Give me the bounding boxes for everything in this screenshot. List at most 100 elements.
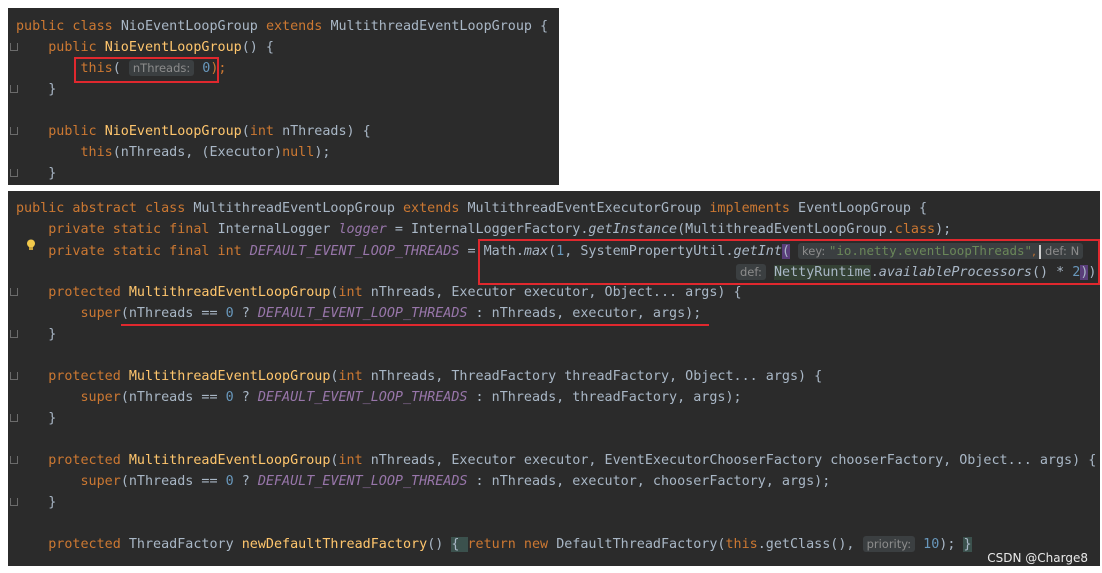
code-token: super xyxy=(80,390,121,405)
code-line: super(nThreads == 0 ? DEFAULT_EVENT_LOOP… xyxy=(16,303,702,324)
code-token: ? xyxy=(233,390,258,405)
watermark: CSDN @Charge8 xyxy=(987,551,1088,565)
code-token: DEFAULT_EVENT_LOOP_THREADS xyxy=(249,244,460,259)
highlight-underline xyxy=(121,324,709,326)
code-token: ); xyxy=(314,145,331,160)
code-line: protected ThreadFactory newDefaultThread… xyxy=(16,534,972,555)
code-token: public xyxy=(48,40,105,55)
fold-marker-icon[interactable] xyxy=(10,372,18,380)
fold-marker-icon[interactable] xyxy=(10,288,18,296)
code-token: (nThreads == xyxy=(120,474,226,489)
code-line: super(nThreads == 0 ? DEFAULT_EVENT_LOOP… xyxy=(16,387,742,408)
code-token: : nThreads, executor, args); xyxy=(467,306,702,321)
fold-marker-icon[interactable] xyxy=(10,414,18,422)
code-token: int xyxy=(338,285,371,300)
code-token: this xyxy=(80,145,113,160)
code-line: private static final InternalLogger logg… xyxy=(16,219,951,240)
code-token: = InternalLoggerFactory. xyxy=(386,222,589,237)
code-token: class xyxy=(894,222,936,237)
code-token: } xyxy=(48,411,57,426)
code-token: : nThreads, threadFactory, args); xyxy=(467,390,742,405)
code-token: .getClass(), xyxy=(757,537,863,552)
code-line: this(nThreads, (Executor)null); xyxy=(16,142,331,163)
code-token: EventLoopGroup { xyxy=(798,201,928,216)
code-token: } xyxy=(48,82,57,97)
code-token: } xyxy=(48,166,57,181)
code-token: 0 xyxy=(225,474,234,489)
code-token: int xyxy=(249,124,283,139)
code-token: super xyxy=(80,474,121,489)
code-line: protected MultithreadEventLoopGroup(int … xyxy=(16,282,741,303)
code-line: } xyxy=(16,324,56,345)
lightbulb-icon[interactable] xyxy=(26,239,36,251)
code-token: nThreads, ThreadFactory threadFactory, O… xyxy=(370,369,823,384)
code-token: super xyxy=(80,306,121,321)
code-line: } xyxy=(16,79,56,100)
code-token: (nThreads, (Executor) xyxy=(112,145,283,160)
code-token: () xyxy=(427,537,452,552)
code-token: DEFAULT_EVENT_LOOP_THREADS xyxy=(257,306,468,321)
highlight-box xyxy=(478,239,1100,285)
code-token: NioEventLoopGroup xyxy=(104,40,242,55)
code-token: ? xyxy=(233,474,258,489)
code-token: ); xyxy=(935,222,952,237)
code-token: } xyxy=(48,327,57,342)
code-line: public NioEventLoopGroup() { xyxy=(16,37,274,58)
code-token: getInstance xyxy=(588,222,678,237)
code-token: nThreads, Executor executor, EventExecut… xyxy=(370,453,1097,468)
code-line: super(nThreads == 0 ? DEFAULT_EVENT_LOOP… xyxy=(16,471,831,492)
code-line: public abstract class MultithreadEventLo… xyxy=(16,198,927,219)
fold-marker-icon[interactable] xyxy=(10,498,18,506)
fold-marker-icon[interactable] xyxy=(10,127,18,135)
param-hint: priority: xyxy=(862,536,916,552)
code-token: MultithreadEventLoopGroup { xyxy=(330,19,549,34)
code-line: protected MultithreadEventLoopGroup(int … xyxy=(16,366,822,387)
fold-marker-icon[interactable] xyxy=(10,330,18,338)
code-token: int xyxy=(338,369,371,384)
code-token: DEFAULT_EVENT_LOOP_THREADS xyxy=(257,390,468,405)
code-editor-panel-multithread[interactable]: public abstract class MultithreadEventLo… xyxy=(8,191,1100,566)
code-line: } xyxy=(16,492,56,513)
code-token: NioEventLoopGroup xyxy=(120,19,266,34)
code-token: MultithreadEventLoopGroup xyxy=(128,369,331,384)
code-token: ); xyxy=(939,537,964,552)
fold-marker-icon[interactable] xyxy=(10,169,18,177)
code-token: protected xyxy=(48,369,129,384)
code-token: MultithreadEventLoopGroup xyxy=(128,453,331,468)
code-line: } xyxy=(16,408,56,429)
code-token: MultithreadEventLoopGroup xyxy=(128,285,331,300)
code-token: DEFAULT_EVENT_LOOP_THREADS xyxy=(257,474,468,489)
code-token: MultithreadEventLoopGroup xyxy=(193,201,403,216)
code-token: private static final int xyxy=(48,244,250,259)
code-token: extends xyxy=(402,201,468,216)
fold-marker-icon[interactable] xyxy=(10,43,18,51)
code-token: protected xyxy=(48,537,129,552)
code-token: public abstract class xyxy=(16,201,194,216)
code-token: extends xyxy=(265,19,331,34)
code-token: protected xyxy=(48,285,129,300)
code-token: } xyxy=(963,537,972,552)
code-token: public xyxy=(48,124,105,139)
code-token: return new xyxy=(467,537,557,552)
code-token: : nThreads, executor, chooserFactory, ar… xyxy=(467,474,831,489)
code-token: nThreads) { xyxy=(282,124,371,139)
code-token: { xyxy=(451,537,468,552)
code-token: 10 xyxy=(915,537,940,552)
fold-marker-icon[interactable] xyxy=(10,85,18,93)
code-editor-panel-nio[interactable]: public class NioEventLoopGroup extends M… xyxy=(8,8,559,185)
code-token: newDefaultThreadFactory xyxy=(241,537,428,552)
code-line: public NioEventLoopGroup(int nThreads) { xyxy=(16,121,371,142)
code-line: protected MultithreadEventLoopGroup(int … xyxy=(16,450,1096,471)
code-token: NioEventLoopGroup xyxy=(104,124,242,139)
fold-marker-icon[interactable] xyxy=(10,456,18,464)
code-token: this xyxy=(725,537,758,552)
highlight-box xyxy=(74,57,219,83)
code-line: } xyxy=(16,163,56,184)
code-token: 0 xyxy=(225,390,234,405)
code-token: 0 xyxy=(225,306,234,321)
code-token: (MultithreadEventLoopGroup. xyxy=(677,222,895,237)
code-token: ? xyxy=(233,306,258,321)
code-token: ThreadFactory xyxy=(128,537,242,552)
code-token: protected xyxy=(48,453,129,468)
code-token: implements xyxy=(709,201,799,216)
